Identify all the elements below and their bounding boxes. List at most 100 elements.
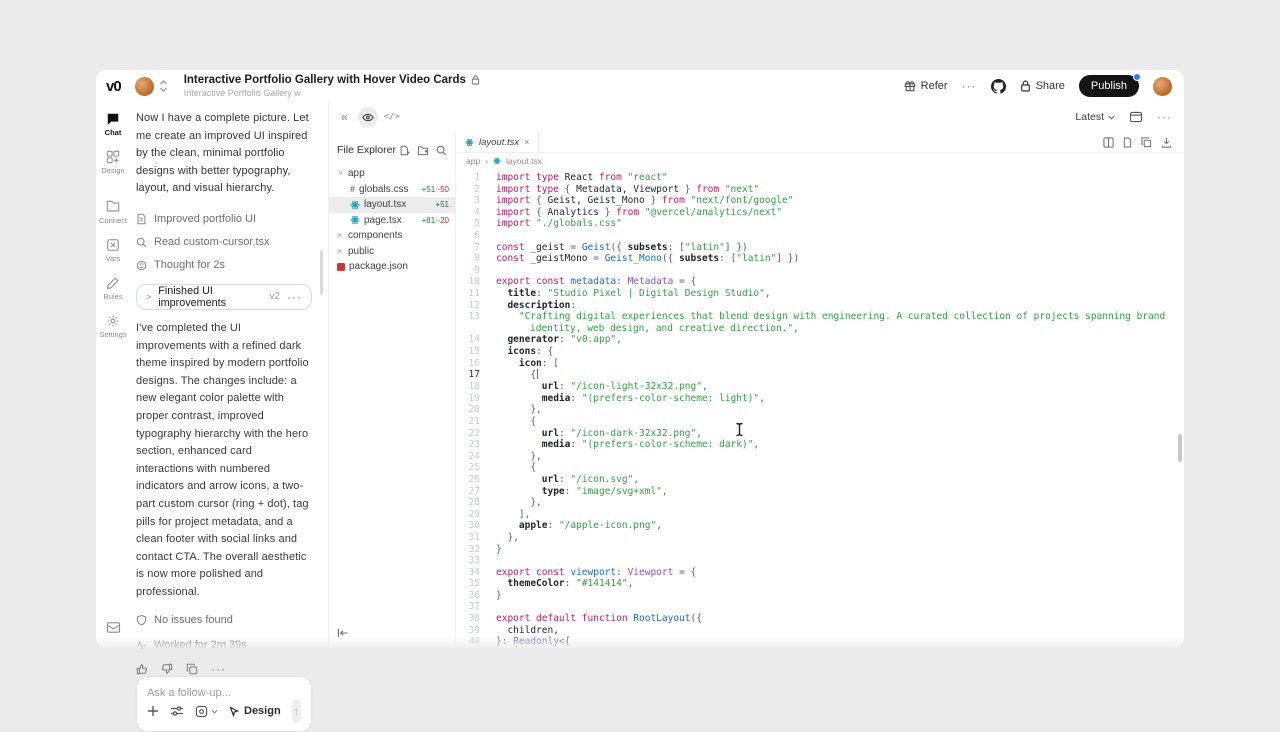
code-line[interactable]: 18 url: "/icon-light-32x32.png", <box>456 381 1184 393</box>
rail-item-chat[interactable]: Chat <box>105 112 122 137</box>
rail-item-connect[interactable]: Connect <box>99 200 127 225</box>
code-line[interactable]: 1import type React from "react" <box>456 172 1184 184</box>
react-icon <box>350 200 360 210</box>
code-line[interactable]: 31 }, <box>456 532 1184 544</box>
code-line[interactable]: 5import "./globals.css" <box>456 218 1184 230</box>
code-line[interactable]: 20 }, <box>456 404 1184 416</box>
code-line[interactable]: 21 { <box>456 416 1184 428</box>
no-issues-row[interactable]: No issues found <box>136 614 312 626</box>
tree-file-package-json[interactable]: package.json <box>329 259 455 275</box>
code-toggle[interactable]: </> <box>384 112 400 122</box>
thumbs-up-icon[interactable] <box>136 663 148 675</box>
rail-item-vars[interactable]: Vars <box>106 238 121 263</box>
code-line[interactable]: 33 <box>456 555 1184 567</box>
version-dropdown[interactable]: Latest <box>1075 111 1115 123</box>
tool-step-read-file[interactable]: Read custom-cursor.tsx <box>136 231 312 254</box>
code-line[interactable]: 16 icon: [ <box>456 358 1184 370</box>
model-picker[interactable] <box>195 705 218 718</box>
code-line[interactable]: 35 themeColor: "#141414", <box>456 578 1184 590</box>
tree-folder-public[interactable]: > public <box>329 244 455 260</box>
code-line[interactable]: 39 children, <box>456 625 1184 637</box>
tree-folder-app[interactable]: > app <box>329 166 455 182</box>
close-tab-icon[interactable]: × <box>524 137 529 147</box>
sliders-icon[interactable] <box>170 705 184 717</box>
workspace-avatar[interactable] <box>135 77 154 96</box>
preview-toggle[interactable] <box>358 107 378 127</box>
followup-input[interactable]: Ask a follow-up... <box>147 687 301 699</box>
collapse-panel-icon[interactable]: « <box>341 110 348 124</box>
code-line[interactable]: 32} <box>456 544 1184 556</box>
rail-item-design[interactable]: Design <box>101 150 124 175</box>
tool-step-improved-ui[interactable]: Improved portfolio UI <box>136 208 312 231</box>
code-line[interactable]: 2import type { Metadata, Viewport } from… <box>456 184 1184 196</box>
code-line[interactable]: 27 type: "image/svg+xml", <box>456 486 1184 498</box>
actions-more-button[interactable]: ··· <box>211 662 226 676</box>
copy-icon[interactable] <box>1141 137 1152 148</box>
chevron-updown-icon[interactable] <box>159 79 168 93</box>
tree-folder-components[interactable]: > components <box>329 228 455 244</box>
code-line[interactable]: 9 <box>456 265 1184 277</box>
file-icon[interactable] <box>1123 137 1132 148</box>
copy-icon[interactable] <box>186 663 198 675</box>
code-line[interactable]: 22 url: "/icon-dark-32x32.png", <box>456 428 1184 440</box>
code-line[interactable]: 34export const viewport: Viewport = { <box>456 567 1184 579</box>
new-file-icon[interactable] <box>399 145 410 156</box>
code-line[interactable]: 37 <box>456 601 1184 613</box>
design-mode-button[interactable]: Design <box>229 705 281 717</box>
tree-file-layout-tsx[interactable]: layout.tsx +51 <box>329 197 455 213</box>
code-line[interactable]: 10export const metadata: Metadata = { <box>456 276 1184 288</box>
code-line[interactable]: 7const _geist = Geist({ subsets: ["latin… <box>456 242 1184 254</box>
code-line[interactable]: 8const _geistMono = Geist_Mono({ subsets… <box>456 253 1184 265</box>
browser-icon[interactable] <box>1129 111 1143 123</box>
tab-layout-tsx[interactable]: layout.tsx × <box>456 132 539 152</box>
code-line[interactable]: 24 }, <box>456 451 1184 463</box>
github-icon[interactable] <box>991 79 1006 94</box>
code-line[interactable]: 26 url: "/icon.svg", <box>456 474 1184 486</box>
code-line[interactable]: 38export default function RootLayout({ <box>456 613 1184 625</box>
collapse-explorer-icon[interactable] <box>329 628 455 648</box>
code-line[interactable]: 4import { Analytics } from "@vercel/anal… <box>456 207 1184 219</box>
code-line[interactable]: 13 "Crafting digital experiences that bl… <box>456 311 1184 334</box>
code-editor[interactable]: 1import type React from "react"2import t… <box>456 169 1184 648</box>
code-line[interactable]: 30 apple: "/apple-icon.png", <box>456 520 1184 532</box>
thumbs-down-icon[interactable] <box>161 663 173 675</box>
code-line[interactable]: 12 description: <box>456 300 1184 312</box>
task-card-menu[interactable]: ··· <box>287 290 302 304</box>
code-line[interactable]: 11 title: "Studio Pixel | Digital Design… <box>456 288 1184 300</box>
editor-scrollbar[interactable] <box>1178 434 1182 462</box>
code-line[interactable]: 25 { <box>456 462 1184 474</box>
new-folder-icon[interactable] <box>417 145 429 156</box>
code-line[interactable]: 19 media: "(prefers-color-scheme: light)… <box>456 393 1184 405</box>
search-icon[interactable] <box>436 145 447 156</box>
mail-icon[interactable] <box>106 621 121 634</box>
editor-more-button[interactable]: ··· <box>1157 110 1172 124</box>
code-line[interactable]: 23 media: "(prefers-color-scheme: dark)"… <box>456 439 1184 451</box>
chat-scrollbar[interactable] <box>320 250 323 295</box>
user-avatar[interactable] <box>1153 77 1172 96</box>
code-line[interactable]: 14 generator: "v0.app", <box>456 334 1184 346</box>
worked-for-row[interactable]: Worked for 2m 39s <box>136 639 312 651</box>
code-line[interactable]: 40}: Readonly<{ <box>456 636 1184 648</box>
refer-button[interactable]: Refer <box>904 80 948 92</box>
finished-task-card[interactable]: > Finished UI improvements v2 ··· <box>136 284 312 310</box>
code-line[interactable]: 36} <box>456 590 1184 602</box>
code-line[interactable]: 28 }, <box>456 497 1184 509</box>
share-button[interactable]: Share <box>1020 80 1065 92</box>
header-more-button[interactable]: ··· <box>962 79 977 93</box>
code-line[interactable]: 6 <box>456 230 1184 242</box>
tool-step-thought[interactable]: Thought for 2s <box>136 254 312 277</box>
code-line[interactable]: 15 icons: { <box>456 346 1184 358</box>
download-icon[interactable] <box>1161 137 1172 148</box>
rail-item-rules[interactable]: Rules <box>103 276 122 301</box>
attach-plus-icon[interactable] <box>147 705 159 717</box>
tree-file-globals-css[interactable]: # globals.css +51/-50 <box>329 182 455 198</box>
v0-logo[interactable]: v0 <box>106 78 121 95</box>
followup-composer[interactable]: Ask a follow-up... Design <box>136 676 312 732</box>
publish-button[interactable]: Publish <box>1079 75 1139 97</box>
rail-item-settings[interactable]: Settings <box>99 314 126 339</box>
code-line[interactable]: 3import { Geist, Geist_Mono } from "next… <box>456 195 1184 207</box>
code-line[interactable]: 17 { <box>456 369 1184 381</box>
split-view-icon[interactable] <box>1103 137 1114 148</box>
tree-file-page-tsx[interactable]: page.tsx +81/-20 <box>329 213 455 229</box>
code-line[interactable]: 29 ], <box>456 509 1184 521</box>
